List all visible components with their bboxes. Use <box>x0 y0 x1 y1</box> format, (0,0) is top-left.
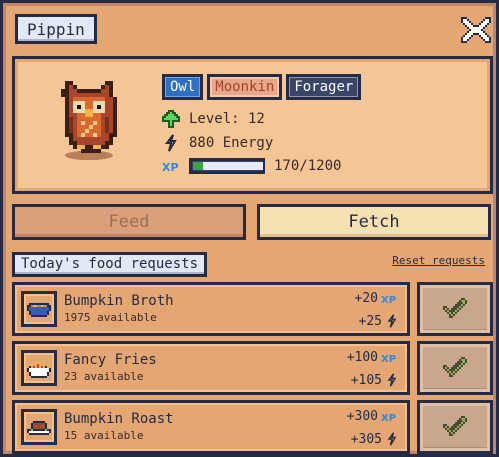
svg-text:XP: XP <box>162 161 179 174</box>
xp-reward-value: +300 <box>346 409 378 424</box>
xp-reward-value: +100 <box>346 350 378 365</box>
level-up-arrow-icon <box>162 110 180 128</box>
food-available: 15 available <box>64 429 144 442</box>
food-icon-slot <box>21 409 57 445</box>
xp-row: XP 170/1200 <box>162 157 341 175</box>
pet-info-card: Owl Moonkin Forager Level: 12 880 Energy… <box>12 56 493 194</box>
tab-feed[interactable]: Feed <box>12 204 246 240</box>
energy-reward-value: +305 <box>350 431 382 447</box>
food-available: 23 available <box>64 370 144 383</box>
lightning-bolt-icon <box>387 314 397 328</box>
pet-type-tag: Owl <box>162 74 204 100</box>
xp-reward: +20 XP <box>355 291 399 306</box>
checkmark-icon <box>443 416 467 436</box>
broth-bowl-icon <box>27 303 51 317</box>
xp-badge-icon: XP <box>162 161 179 174</box>
xp-progress-fill <box>193 162 203 170</box>
xp-text: 170/1200 <box>274 158 342 174</box>
fries-icon <box>27 360 51 378</box>
tab-fetch[interactable]: Fetch <box>257 204 491 240</box>
energy-reward: +305 <box>351 430 399 448</box>
svg-text:XP: XP <box>381 413 396 424</box>
pet-specialty-tag: Moonkin <box>207 74 283 100</box>
level-text: Level: 12 <box>189 111 265 127</box>
xp-reward: +300 XP <box>347 409 399 424</box>
energy-reward-value: +25 <box>358 313 382 329</box>
energy-reward: +25 <box>359 312 399 330</box>
food-requests-heading: Today's food requests <box>12 252 208 277</box>
food-icon-slot <box>21 350 57 386</box>
pet-panel: Pippin Owl Moonkin Forager Level: 12 880… <box>0 0 499 457</box>
close-x-icon <box>461 17 491 43</box>
food-available: 1975 available <box>64 311 157 324</box>
lightning-bolt-icon <box>387 432 397 446</box>
deliver-button[interactable] <box>417 282 493 336</box>
level-row: Level: 12 <box>162 110 265 128</box>
request-card: Bumpkin Broth 1975 available +20 XP +25 <box>12 282 410 336</box>
checkmark-icon <box>443 298 467 318</box>
checkmark-icon <box>443 357 467 377</box>
xp-badge-icon: XP <box>381 354 396 365</box>
food-name: Bumpkin Roast <box>64 411 174 427</box>
owl-pet-sprite <box>61 81 117 161</box>
pet-name-label: Pippin <box>15 14 97 44</box>
xp-reward-value: +20 <box>354 291 378 306</box>
xp-badge-icon: XP <box>381 295 396 306</box>
food-name: Fancy Fries <box>64 352 157 368</box>
pet-role-tag: Forager <box>286 74 362 100</box>
close-button[interactable] <box>459 13 493 47</box>
request-card: Fancy Fries 23 available +100 XP +105 <box>12 341 410 395</box>
energy-row: 880 Energy <box>162 134 273 152</box>
lightning-bolt-icon <box>387 373 397 387</box>
xp-reward: +100 XP <box>347 350 399 365</box>
request-card: Bumpkin Roast 15 available +300 XP +305 <box>12 400 410 454</box>
request-row: Bumpkin Roast 15 available +300 XP +305 <box>12 400 493 454</box>
request-row: Fancy Fries 23 available +100 XP +105 <box>12 341 493 395</box>
deliver-button[interactable] <box>417 400 493 454</box>
roast-icon <box>27 421 51 435</box>
lightning-bolt-icon <box>165 134 177 152</box>
svg-text:XP: XP <box>381 295 396 306</box>
energy-reward: +105 <box>351 371 399 389</box>
food-icon-slot <box>21 291 57 327</box>
xp-badge-icon: XP <box>381 413 396 424</box>
request-row: Bumpkin Broth 1975 available +20 XP +25 <box>12 282 493 336</box>
deliver-button[interactable] <box>417 341 493 395</box>
reset-requests-link[interactable]: Reset requests <box>392 254 485 267</box>
energy-reward-value: +105 <box>350 372 382 388</box>
energy-text: 880 Energy <box>189 135 274 151</box>
food-name: Bumpkin Broth <box>64 293 174 309</box>
xp-progress-bar <box>189 158 265 174</box>
svg-text:XP: XP <box>381 354 396 365</box>
